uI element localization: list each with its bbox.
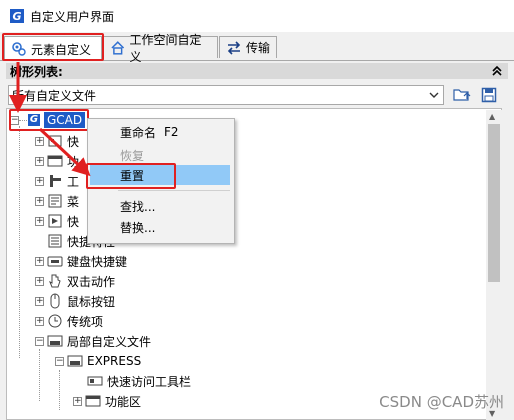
watermark: CSDN @CAD苏州 [379, 393, 504, 411]
annotation-arrows [9, 62, 91, 177]
arrow-diagonal-icon [38, 127, 91, 177]
